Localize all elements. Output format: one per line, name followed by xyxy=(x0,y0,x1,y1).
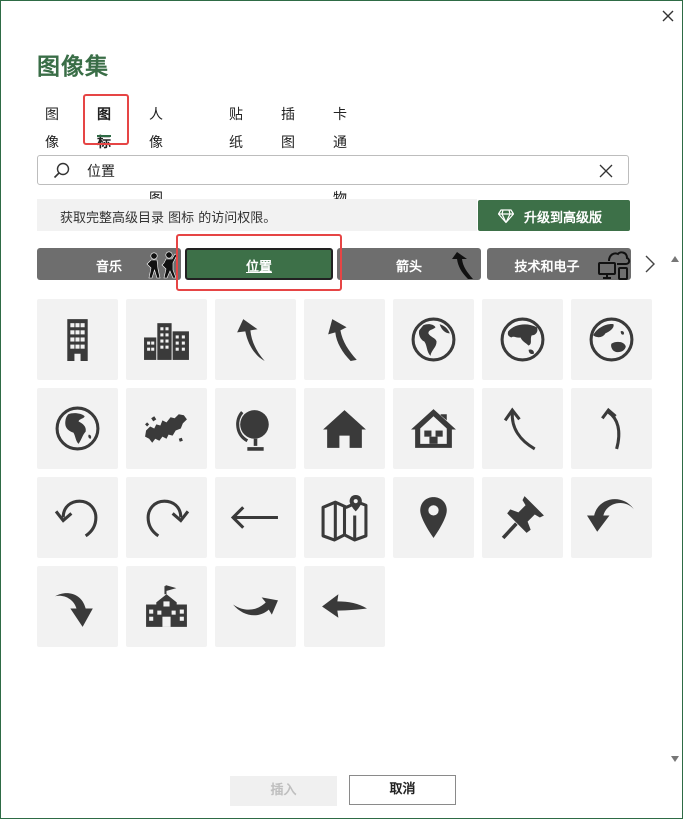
icon-cell[interactable] xyxy=(215,299,296,380)
icon-cell[interactable] xyxy=(482,477,563,558)
upgrade-button-label: 升级到高级版 xyxy=(524,211,603,226)
category-music[interactable]: 音乐 xyxy=(37,248,181,280)
house-outline-icon xyxy=(411,409,456,448)
search-box[interactable] xyxy=(37,155,629,185)
close-icon[interactable] xyxy=(657,5,679,27)
icon-cell[interactable] xyxy=(304,388,385,469)
icon-cell[interactable] xyxy=(393,477,474,558)
globe-australia-icon xyxy=(589,317,634,362)
icon-cell[interactable] xyxy=(37,388,118,469)
dancing-people-icon xyxy=(146,251,178,279)
undo-arrow-icon xyxy=(54,499,98,538)
tab-highlight-box xyxy=(83,94,129,145)
diamond-icon xyxy=(497,208,515,224)
school-building-icon xyxy=(146,585,187,627)
image-collection-dialog: 图像集 图像 图标 人像抠图 贴纸 插图 卡通人物 获取完整高级目录 图标 的访… xyxy=(0,0,683,819)
icon-cell[interactable] xyxy=(304,299,385,380)
category-tech[interactable]: 技术和电子 xyxy=(487,248,631,280)
icon-cell[interactable] xyxy=(126,477,207,558)
push-pin-icon xyxy=(501,496,544,540)
icon-cell[interactable] xyxy=(37,477,118,558)
icon-cell[interactable] xyxy=(126,388,207,469)
icon-cell[interactable] xyxy=(215,477,296,558)
europe-map-icon xyxy=(145,414,187,443)
icon-cell[interactable] xyxy=(393,388,474,469)
icon-cell[interactable] xyxy=(571,477,652,558)
search-icon xyxy=(52,161,72,181)
upgrade-button[interactable]: 升级到高级版 xyxy=(478,200,630,231)
icon-cell[interactable] xyxy=(304,477,385,558)
tab-cutout-people[interactable]: 人像抠图 xyxy=(149,101,163,207)
scroll-up-icon[interactable] xyxy=(671,248,679,262)
insert-button[interactable]: 插入 xyxy=(230,776,337,806)
icon-cell[interactable] xyxy=(482,299,563,380)
globe-asia-icon xyxy=(500,317,545,362)
category-tech-label: 技术和电子 xyxy=(514,260,580,275)
icon-cell[interactable] xyxy=(126,299,207,380)
icon-cell[interactable] xyxy=(571,388,652,469)
icon-cell[interactable] xyxy=(126,566,207,647)
tab-stickers[interactable]: 贴纸 xyxy=(229,101,243,151)
icon-cell[interactable] xyxy=(37,299,118,380)
thin-curved-arrow-right-icon xyxy=(601,407,621,450)
swoosh-arrow-right-icon xyxy=(233,597,278,616)
premium-banner: 获取完整高级目录 图标 的访问权限。 xyxy=(37,199,477,231)
chevron-right-icon[interactable] xyxy=(642,253,658,275)
swoosh-arrow-left-icon xyxy=(322,594,367,618)
cloud-devices-icon xyxy=(598,251,631,280)
clear-search-icon[interactable] xyxy=(596,161,616,181)
curved-arrow-down-left-icon xyxy=(587,499,634,532)
tab-cartoon-people[interactable]: 卡通人物 xyxy=(333,101,347,207)
globe-americas-icon xyxy=(411,317,456,362)
map-pin-icon xyxy=(420,497,447,538)
icon-cell[interactable] xyxy=(215,566,296,647)
city-buildings-icon xyxy=(144,323,189,360)
redo-arrow-icon xyxy=(146,499,190,538)
tab-images[interactable]: 图像 xyxy=(45,101,59,151)
house-icon xyxy=(323,410,366,448)
curved-arrow-up-left-icon xyxy=(328,319,357,361)
category-highlight-box xyxy=(176,234,342,291)
icon-cell[interactable] xyxy=(304,566,385,647)
curved-arrow-up-icon xyxy=(237,319,265,361)
premium-banner-text: 获取完整高级目录 图标 的访问权限。 xyxy=(60,211,277,226)
icon-cell[interactable] xyxy=(37,566,118,647)
tab-illustrations[interactable]: 插图 xyxy=(281,101,295,151)
globe-africa-icon xyxy=(55,406,100,451)
cancel-button[interactable]: 取消 xyxy=(349,775,456,805)
icon-cell[interactable] xyxy=(215,388,296,469)
dialog-title: 图像集 xyxy=(37,54,109,80)
scroll-down-icon[interactable] xyxy=(671,748,679,762)
desk-globe-icon xyxy=(236,410,269,451)
icon-cell[interactable] xyxy=(482,388,563,469)
folded-map-icon xyxy=(321,495,368,542)
left-arrow-icon xyxy=(231,506,278,529)
office-building-icon xyxy=(67,319,88,361)
thin-curved-arrow-left-icon xyxy=(503,407,536,451)
category-arrows[interactable]: 箭头 xyxy=(337,248,481,280)
icon-grid xyxy=(37,299,657,649)
curved-arrow-down-right-icon xyxy=(55,593,93,627)
search-input[interactable] xyxy=(85,160,569,182)
icon-cell[interactable] xyxy=(393,299,474,380)
curved-arrow-icon xyxy=(452,252,473,279)
icon-cell[interactable] xyxy=(571,299,652,380)
